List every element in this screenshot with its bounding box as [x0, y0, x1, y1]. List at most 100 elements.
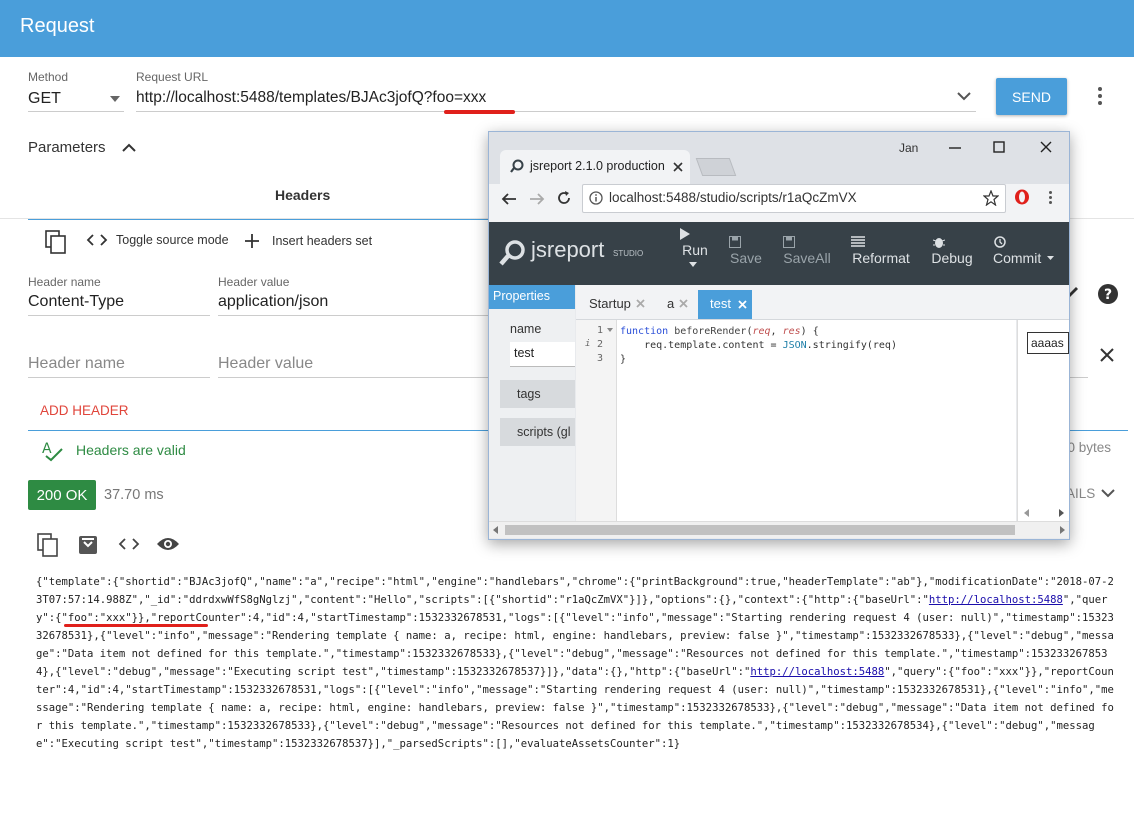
fold-caret-icon[interactable]	[607, 328, 613, 332]
close-tab-icon[interactable]	[738, 300, 747, 309]
saveall-button[interactable]: SaveAll	[779, 236, 835, 266]
horizontal-scrollbar[interactable]	[489, 521, 1069, 538]
reformat-icon	[851, 236, 865, 247]
method-label: Method	[28, 70, 69, 84]
parameters-title: Parameters	[28, 139, 106, 156]
commit-button[interactable]: Commit	[993, 236, 1063, 266]
method-select[interactable]: GET	[28, 88, 124, 112]
preview-input-value: aaaas	[1031, 336, 1064, 350]
response-time: 37.70 ms	[104, 487, 164, 503]
tab-startup[interactable]: Startup	[589, 296, 645, 311]
code-icon	[86, 234, 108, 246]
header-value-label: Header value	[218, 275, 290, 289]
close-window-icon[interactable]	[1040, 141, 1052, 153]
scripts-label: scripts (gl	[517, 425, 571, 439]
info-icon[interactable]	[589, 191, 603, 205]
scroll-left-icon[interactable]	[1024, 509, 1029, 517]
browser-tab-title: jsreport 2.1.0 production	[530, 159, 665, 173]
url-label: Request URL	[136, 70, 209, 84]
info-marker-icon: i	[585, 339, 591, 349]
floppy-icon	[729, 236, 741, 248]
spellcheck-icon: A	[42, 441, 63, 462]
eye-icon[interactable]	[156, 536, 180, 552]
address-input[interactable]: localhost:5488/studio/scripts/r1aQcZmVX	[582, 184, 1006, 213]
tab-headers[interactable]: Headers	[275, 187, 330, 203]
chevron-down-icon[interactable]	[957, 92, 971, 101]
preview-input[interactable]: aaaas	[1027, 332, 1069, 354]
chevron-up-icon[interactable]	[122, 142, 136, 152]
insert-headers-button[interactable]: Insert headers set	[244, 233, 372, 249]
header-name-input[interactable]: Content-Type	[28, 293, 124, 311]
copy-icon[interactable]	[45, 230, 67, 254]
line-number: 1	[597, 325, 604, 336]
history-icon	[994, 236, 1006, 248]
copy-response-icon[interactable]	[37, 533, 59, 557]
status-badge: 200 OK	[28, 480, 96, 510]
scrollbar-thumb[interactable]	[505, 525, 1015, 535]
insert-headers-label: Insert headers set	[272, 234, 373, 248]
tab-label: a	[667, 296, 675, 311]
address-text: localhost:5488/studio/scripts/r1aQcZmVX	[609, 190, 857, 205]
base-url-link[interactable]: http://localhost:5488	[929, 594, 1063, 606]
close-tab-icon[interactable]	[679, 299, 688, 308]
scroll-right-icon[interactable]	[1060, 526, 1065, 534]
toggle-source-label: Toggle source mode	[116, 233, 229, 247]
headers-valid-text: Headers are valid	[76, 442, 186, 458]
scroll-right-icon[interactable]	[1059, 509, 1064, 517]
send-button[interactable]: SEND	[996, 78, 1067, 115]
download-icon[interactable]	[78, 535, 98, 555]
star-icon[interactable]	[983, 190, 999, 206]
close-tab-icon[interactable]	[673, 162, 683, 172]
properties-title: Properties	[493, 289, 550, 303]
base-url-link[interactable]: http://localhost:5488	[750, 666, 884, 678]
tab-a[interactable]: a	[667, 296, 688, 311]
debug-button[interactable]: Debug	[929, 236, 975, 266]
line-number: 3	[597, 353, 604, 364]
opera-extension-icon[interactable]	[1014, 189, 1030, 205]
code-content: function beforeRender(req, res) { req.te…	[620, 326, 897, 365]
browser-tab[interactable]: jsreport 2.1.0 production	[500, 150, 690, 184]
details-toggle[interactable]: AILS	[1066, 486, 1115, 501]
jsreport-favicon-icon	[510, 159, 524, 173]
tab-test[interactable]: test	[698, 290, 752, 319]
response-body: {"template":{"shortid":"BJAc3jofQ","name…	[36, 573, 1120, 753]
name-value: test	[514, 346, 535, 360]
close-tab-icon[interactable]	[636, 299, 645, 308]
new-tab-button[interactable]	[695, 158, 737, 176]
run-button[interactable]: Run	[675, 228, 715, 267]
profile-name: Jan	[899, 141, 919, 155]
forward-icon[interactable]	[529, 192, 545, 206]
red-annotation-mark	[444, 110, 515, 114]
url-input[interactable]: http://localhost:5488/templates/BJAc3jof…	[136, 89, 936, 107]
minimize-icon[interactable]	[949, 146, 961, 150]
close-icon[interactable]	[1100, 348, 1114, 362]
properties-header: Properties	[489, 285, 575, 309]
new-header-value-input[interactable]: Header value	[218, 355, 313, 373]
chevron-down-icon	[1101, 489, 1115, 498]
reformat-button[interactable]: Reformat	[849, 236, 913, 266]
saveall-label: SaveAll	[783, 250, 831, 266]
browser-menu-icon[interactable]	[1049, 191, 1053, 207]
page-title: Request	[20, 15, 95, 37]
header-name-label: Header name	[28, 275, 101, 289]
code-view-icon[interactable]	[118, 537, 140, 551]
toggle-source-button[interactable]: Toggle source mode	[86, 233, 229, 247]
details-label: AILS	[1066, 486, 1096, 501]
tags-section[interactable]: tags	[500, 380, 575, 408]
play-icon	[680, 228, 690, 240]
tab-label: Startup	[589, 296, 631, 311]
help-icon[interactable]: ?	[1097, 283, 1119, 305]
save-button[interactable]: Save	[725, 236, 767, 266]
caret-down-icon	[110, 96, 120, 102]
more-vert-icon[interactable]	[1098, 87, 1102, 108]
plus-icon	[245, 234, 259, 248]
back-icon[interactable]	[501, 192, 517, 206]
add-header-button[interactable]: ADD HEADER	[40, 403, 129, 418]
header-value-input[interactable]: application/json	[218, 293, 328, 311]
scroll-left-icon[interactable]	[493, 526, 498, 534]
scripts-section[interactable]: scripts (gl	[500, 418, 575, 446]
maximize-icon[interactable]	[993, 141, 1005, 153]
new-header-name-input[interactable]: Header name	[28, 355, 125, 373]
name-input[interactable]: test	[510, 342, 575, 367]
reload-icon[interactable]	[556, 190, 572, 206]
